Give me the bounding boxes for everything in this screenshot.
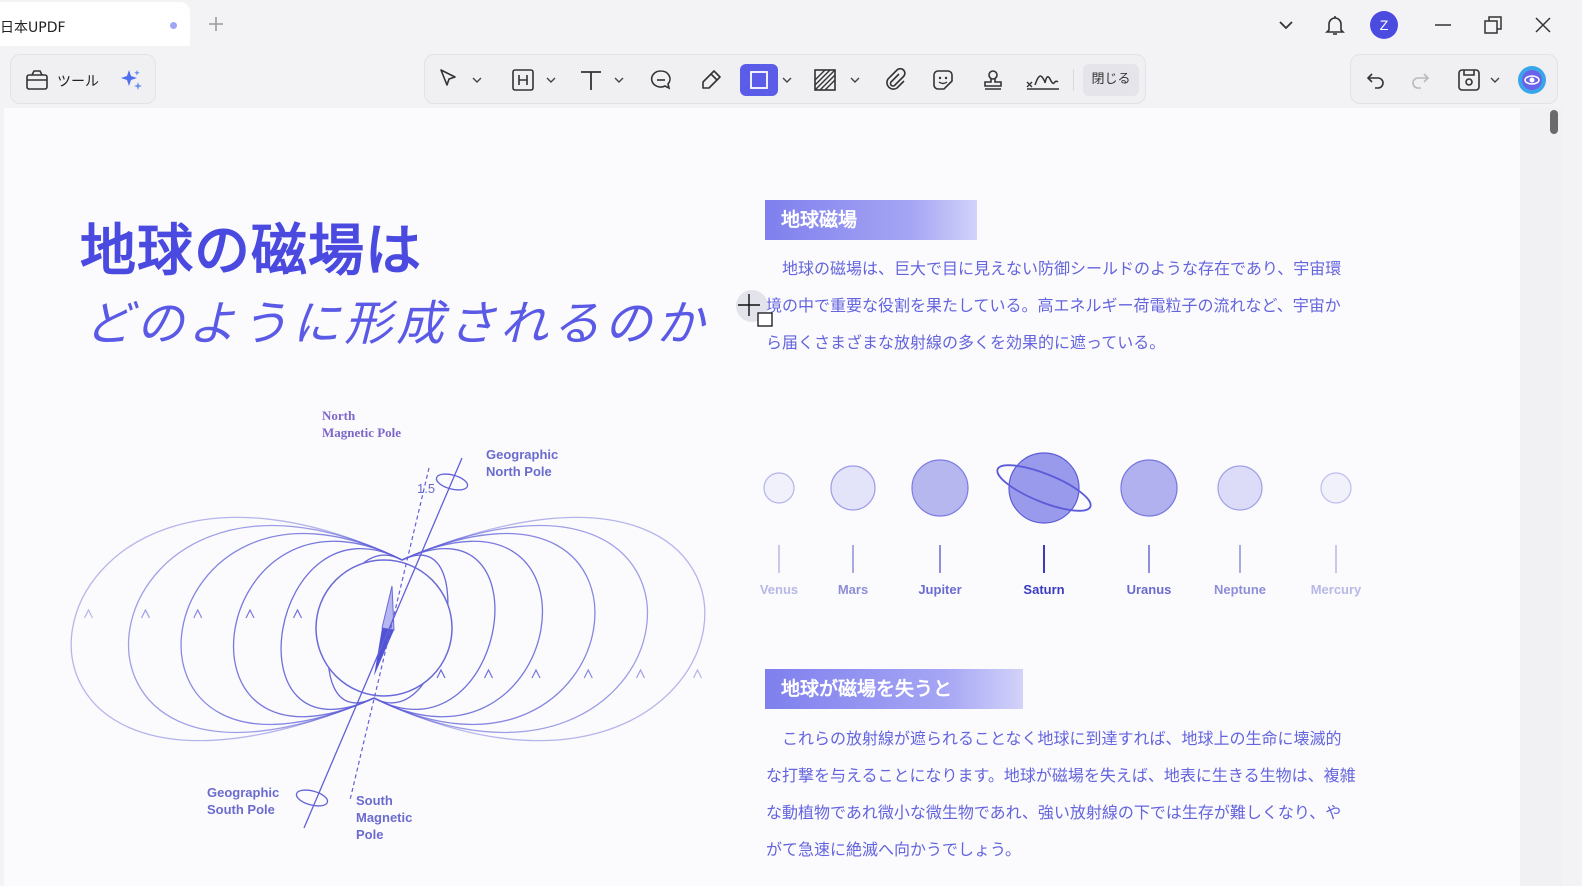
page-subtitle: どのように形成されるのか bbox=[84, 296, 709, 352]
heading-tool[interactable] bbox=[509, 64, 559, 96]
chevron-down-icon[interactable] bbox=[1273, 12, 1299, 38]
select-tool[interactable] bbox=[435, 64, 485, 96]
section-heading-earth-magnetic-field: 地球磁場 bbox=[765, 200, 977, 240]
geographic-south-pole-label: Geographic South Pole bbox=[207, 785, 280, 817]
redo-icon[interactable] bbox=[1407, 64, 1433, 96]
planet-label-mars: Mars bbox=[837, 582, 869, 597]
undo-icon[interactable] bbox=[1363, 64, 1389, 96]
text-tool[interactable] bbox=[577, 64, 627, 96]
stamp-icon[interactable] bbox=[979, 64, 1007, 96]
history-tools bbox=[1350, 54, 1558, 104]
toolbar: ツール 閉じる bbox=[0, 50, 1582, 108]
north-magnetic-pole-label: North Magnetic Pole bbox=[322, 408, 402, 440]
planet-saturn bbox=[1008, 452, 1080, 524]
planet-mars bbox=[830, 465, 876, 511]
south-magnetic-pole-label: South Magnetic Pole bbox=[356, 793, 413, 842]
planet-neptune bbox=[1217, 465, 1263, 511]
planet-label-mercury: Mercury bbox=[1310, 582, 1362, 597]
planet-label-saturn: Saturn bbox=[1023, 582, 1065, 597]
tools-group: ツール bbox=[10, 54, 156, 104]
ai-assistant-icon[interactable] bbox=[1515, 64, 1549, 96]
paperclip-icon[interactable] bbox=[881, 64, 909, 96]
vertical-scrollbar[interactable] bbox=[1520, 108, 1562, 886]
field-arrow-icon bbox=[483, 668, 494, 679]
restore-icon[interactable] bbox=[1480, 12, 1506, 38]
chevron-down-icon[interactable] bbox=[779, 64, 795, 96]
field-arrow-icon bbox=[245, 608, 255, 619]
section-paragraph-losing-magnetic-field: これらの放射線が遮られることなく地球に到達すれば、地球上の生命に壊滅的な打撃を与… bbox=[766, 729, 1356, 859]
tab-title: 日本UPDF bbox=[0, 20, 66, 36]
ai-sparkle-icon[interactable] bbox=[115, 64, 147, 96]
tab-bar: 日本UPDF Z bbox=[0, 0, 1582, 50]
page-title: 地球の磁場は bbox=[80, 219, 422, 284]
planets-illustration bbox=[763, 452, 1352, 573]
document-tab[interactable]: 日本UPDF bbox=[0, 2, 190, 46]
section-heading-losing-magnetic-field: 地球が磁場を失うと bbox=[765, 669, 1023, 709]
geographic-north-pole-label: Geographic North Pole bbox=[486, 447, 559, 479]
field-arrow-icon bbox=[436, 668, 446, 679]
tools-label[interactable]: ツール bbox=[57, 71, 99, 91]
close-annotation-button[interactable]: 閉じる bbox=[1083, 64, 1139, 96]
field-arrow-icon bbox=[83, 608, 94, 619]
section-paragraph-earth-magnetic-field: 地球の磁場は、巨大で目に見えない防御シールドのような存在であり、宇宙環境の中で重… bbox=[766, 259, 1342, 352]
angle-label: 1.5 bbox=[417, 481, 436, 496]
planet-label-neptune: Neptune bbox=[1214, 582, 1266, 597]
field-arrow-icon bbox=[140, 608, 151, 619]
rotation-south-icon bbox=[295, 789, 329, 807]
unsaved-dot bbox=[170, 22, 177, 29]
planet-uranus bbox=[1120, 459, 1178, 517]
annotation-tools: 閉じる bbox=[424, 54, 1146, 104]
area-hatch-tool[interactable] bbox=[811, 64, 863, 96]
avatar[interactable]: Z bbox=[1370, 11, 1398, 39]
planet-label-jupiter: Jupiter bbox=[918, 582, 962, 597]
signature-icon[interactable] bbox=[1025, 64, 1061, 96]
highlighter-icon[interactable] bbox=[697, 64, 725, 96]
planet-venus bbox=[763, 472, 795, 504]
rectangle-tool[interactable] bbox=[740, 64, 778, 96]
separator bbox=[1073, 69, 1074, 91]
field-arrow-icon bbox=[635, 668, 646, 679]
close-window-icon[interactable] bbox=[1530, 12, 1556, 38]
minimize-icon[interactable] bbox=[1430, 12, 1456, 38]
sticker-icon[interactable] bbox=[929, 64, 957, 96]
toolbox-icon[interactable] bbox=[23, 64, 51, 96]
field-arrow-icon bbox=[531, 668, 541, 679]
planet-label-uranus: Uranus bbox=[1126, 582, 1172, 597]
new-tab-icon[interactable] bbox=[205, 13, 227, 35]
bell-icon[interactable] bbox=[1322, 12, 1348, 38]
field-arrow-icon bbox=[692, 668, 703, 679]
save-icon[interactable] bbox=[1455, 64, 1503, 96]
comment-icon[interactable] bbox=[647, 64, 675, 96]
planet-jupiter bbox=[911, 459, 969, 517]
crosshair-cursor-icon bbox=[736, 290, 773, 327]
field-arrow-icon bbox=[583, 668, 593, 679]
field-arrow-icon bbox=[292, 608, 303, 619]
magnetic-field-diagram bbox=[70, 457, 706, 829]
pdf-page[interactable]: 地球の磁場は どのように形成されるのか 地球磁場 地球の磁場は、巨大で目に見えな… bbox=[4, 108, 1520, 886]
scrollbar-thumb[interactable] bbox=[1550, 110, 1558, 134]
planet-label-venus: Venus bbox=[759, 582, 799, 597]
planet-mercury bbox=[1320, 472, 1352, 504]
field-arrow-icon bbox=[193, 608, 203, 619]
